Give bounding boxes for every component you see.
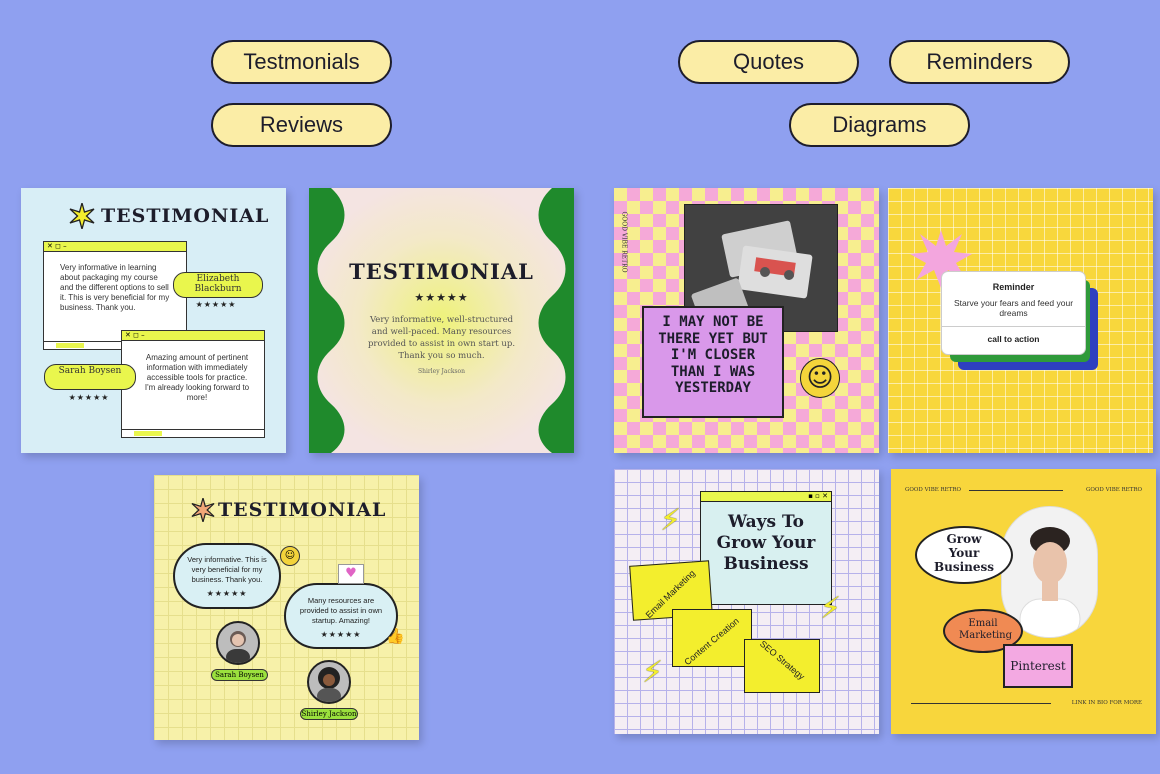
reminder-text: Starve your fears and feed your dreams [953,298,1074,318]
footer-link[interactable]: LINK IN BIO FOR MORE [1072,700,1142,706]
review-text-1: Very informative in learning about packa… [60,263,170,312]
bubble-text: Grow Your Business [933,532,995,574]
window-scrollbar[interactable] [122,429,264,437]
testimonial-text: Very informative, well-structured and we… [367,315,516,361]
avatar-sarah [216,621,260,665]
smiley-icon: ☺ [280,546,300,566]
card-title: TESTIMONIAL [101,205,270,227]
window-controls: ✕ ◻ – [122,331,264,341]
reviewer-name-2: Sarah Boysen [44,364,136,390]
rating-stars-1: ★★★★★ [206,589,248,598]
divider [942,326,1085,327]
wavy-border-left [309,188,345,453]
quote-box: I MAY NOT BE THERE YET BUT I'M CLOSER TH… [642,306,784,418]
lightning-icon-2: ⚡ [820,591,842,626]
rating-stars-1: ★★★★★ [195,300,237,309]
lightning-icon-1: ⚡ [660,503,682,538]
smiley-icon: ☺ [800,358,840,398]
wavy-border-right [538,188,574,453]
sparkle-icon [191,495,215,526]
window-controls: ✕ ◻ – [44,242,186,252]
rating-stars-2: ★★★★★ [320,630,362,639]
name-tag-1: Sarah Boysen [211,669,268,681]
review-window-2: ✕ ◻ – Amazing amount of pertinent inform… [121,330,265,438]
folder-content-creation: Content Creation [672,609,752,667]
diagram-card-grow-business[interactable]: GOOD VIBE RETRO GOOD VIBE RETRO Grow You… [891,469,1156,734]
card-title: TESTIMONIAL [218,499,387,521]
category-pill-reviews[interactable]: Reviews [211,103,392,147]
quote-text: I MAY NOT BE THERE YET BUT I'M CLOSER TH… [658,314,768,396]
reminder-popup: Reminder Starve your fears and feed your… [942,272,1085,354]
diagram-title: Ways To Grow Your Business [716,512,816,574]
rating-stars: ★★★★★ [414,291,469,304]
reminder-card[interactable]: Reminder Starve your fears and feed your… [888,188,1153,453]
review-text-2: Amazing amount of pertinent information … [144,353,250,402]
testimonial-card-bubbles[interactable]: TESTIMONIAL Very informative. This is ve… [154,475,419,740]
top-rule [969,490,1063,491]
category-pill-quotes[interactable]: Quotes [678,40,859,84]
testimonial-card-wavy[interactable]: TESTIMONIAL ★★★★★ Very informative, well… [309,188,574,453]
author-name: Shirley Jackson [417,368,466,375]
category-pill-reminders[interactable]: Reminders [889,40,1070,84]
card-title: TESTIMONIAL [349,259,534,284]
call-to-action-button[interactable]: call to action [942,334,1085,344]
window-titlebar: ▪ ▫ ✕ [701,492,831,502]
name-tag-2: Shirley Jackson [300,708,358,720]
rating-stars-2: ★★★★★ [68,393,110,402]
bubble-text-1: Very informative. This is very beneficia… [187,555,267,584]
folder-label-2: Content Creation [682,615,741,668]
folder-label-3: SEO Strategy [757,638,807,682]
category-pill-diagrams[interactable]: Diagrams [789,103,970,147]
sparkle-icon [69,200,95,233]
reminder-heading: Reminder [992,282,1035,292]
lightning-icon-3: ⚡ [642,655,664,690]
pinterest-button[interactable]: Pinterest [1003,644,1073,688]
thumbs-up-icon: 👍 [386,627,405,645]
avatar-shirley [307,660,351,704]
testimonial-card-windows[interactable]: TESTIMONIAL ✕ ◻ – Very informative in le… [21,188,286,453]
diagram-window: ▪ ▫ ✕ Ways To Grow Your Business [700,491,832,605]
quote-card-retro[interactable]: GOOD VIBE RETRO I MAY NOT BE THERE YET B… [614,188,879,453]
side-label: GOOD VIBE RETRO [620,211,628,273]
speech-bubble-1: Very informative. This is very beneficia… [173,543,281,609]
bubble-text-2: Many resources are provided to assist in… [299,596,383,625]
speech-bubble-grow: Grow Your Business [915,526,1013,584]
speech-bubble-2: Many resources are provided to assist in… [284,583,398,649]
heart-icon: ♥ [338,564,364,584]
category-pill-testimonials[interactable]: Testmonials [211,40,392,84]
diagram-card-ways-to-grow[interactable]: ▪ ▫ ✕ Ways To Grow Your Business Email M… [614,469,879,734]
top-right-label: GOOD VIBE RETRO [1086,487,1142,493]
top-left-label: GOOD VIBE RETRO [905,487,961,493]
folder-seo-strategy: SEO Strategy [744,639,820,693]
reviewer-name-1: Elizabeth Blackburn [173,272,263,298]
email-label: Email Marketing [959,618,1013,641]
footer-rule [911,703,1051,704]
